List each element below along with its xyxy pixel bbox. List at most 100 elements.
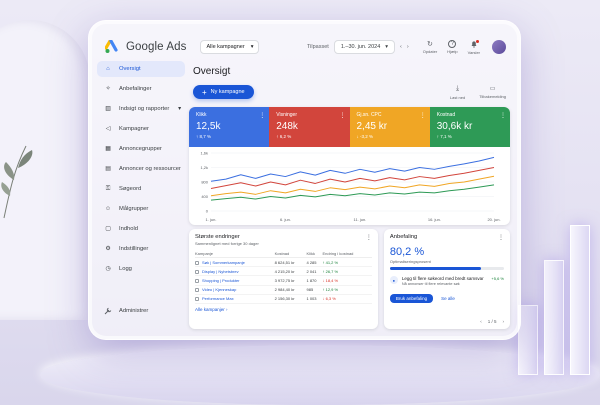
- series-line: [210, 156, 495, 182]
- table-row[interactable]: Performance Max 2 156,30 kr 1 003 ↓ 6,3 %: [195, 294, 372, 304]
- kpi-card[interactable]: Klikk 12,5k ↑ 8,7 % ⋮: [189, 107, 270, 147]
- sidebar: ⌂ Oversigt ✧ Anbefalinger ▥ Indsigt og rappor…: [97, 61, 185, 331]
- table-header[interactable]: Endring i kostnad: [322, 250, 372, 258]
- table-header[interactable]: Klikk: [306, 250, 323, 258]
- campaign-name[interactable]: Display | Nyhetsbrev: [202, 269, 239, 274]
- all-campaigns-label: Alle kampanjer: [195, 306, 225, 312]
- refresh-button[interactable]: ↻ Opdater: [423, 40, 437, 54]
- new-campaign-button[interactable]: + Ny kampagne: [193, 85, 254, 99]
- prev-page-icon[interactable]: ‹: [480, 319, 482, 324]
- all-campaigns-link[interactable]: Alle kampanjer ›: [195, 307, 372, 312]
- sidebar-item-label: Oversigt: [119, 66, 141, 72]
- kpi-row: Klikk 12,5k ↑ 8,7 % ⋮ Visninger 248k ↑ 6,2 % ⋮ G…: [189, 107, 510, 147]
- prev-period-icon[interactable]: ‹: [400, 44, 402, 50]
- table-row[interactable]: Display | Nyhetsbrev 4 215,20 kr 2 041 ↑ 26…: [195, 266, 372, 277]
- sidebar-item-people[interactable]: ☺ Målgrupper: [97, 201, 185, 217]
- avatar[interactable]: [492, 39, 506, 54]
- refresh-icon: ↻: [427, 40, 433, 48]
- y-tick-label: 800: [201, 180, 208, 185]
- google-ads-logo[interactable]: Google Ads: [105, 40, 186, 54]
- more-menu-icon[interactable]: ⋮: [498, 234, 504, 241]
- next-page-icon[interactable]: ›: [503, 319, 505, 324]
- date-type-label: Tilpasset: [307, 44, 329, 50]
- sidebar-item-home[interactable]: ⌂ Oversigt: [97, 61, 185, 77]
- row-checkbox[interactable]: [195, 260, 199, 265]
- row-checkbox[interactable]: [195, 297, 199, 302]
- help-button[interactable]: ? Hjælp: [447, 39, 458, 54]
- row-checkbox[interactable]: [195, 278, 199, 283]
- campaign-name[interactable]: Shopping | Produkter: [202, 278, 240, 283]
- kpi-label: Klikk: [196, 112, 207, 118]
- feedback-button[interactable]: ▭ Tilbakemelding: [479, 85, 506, 100]
- page-actions: ⤓ Last ned ▭ Tilbakemelding: [450, 85, 506, 100]
- campaign-select[interactable]: Alle kampagner ▾: [200, 40, 260, 54]
- sidebar-item-insight[interactable]: ▥ Indsigt og rapporter ▾: [97, 101, 185, 117]
- table-header[interactable]: Kampanje: [195, 250, 275, 258]
- new-campaign-label: Ny kampagne: [210, 89, 245, 95]
- more-menu-icon[interactable]: ⋮: [366, 234, 372, 241]
- main-content: Oversigt + Ny kampagne ⤓ Last ned ▭ Tilb…: [189, 61, 510, 331]
- recommendation-item-title: Legg til flere søkeord med bredt samsvar: [401, 276, 484, 281]
- dashboard-window: Google Ads Alle kampagner ▾ Tilpasset 1.…: [88, 20, 521, 340]
- sidebar-item-label: Annoncer og ressourcer: [119, 166, 181, 172]
- recommendation-pager: ‹ 1 / 5 ›: [480, 319, 504, 324]
- table-row[interactable]: Søk | Sommerkampanje 8 624,51 kr 4 285 ↑ 41…: [195, 257, 372, 268]
- recommendation-gain: +5,6 %: [491, 276, 504, 281]
- row-checkbox[interactable]: [195, 269, 199, 274]
- view-all-link[interactable]: Se alle: [441, 296, 455, 301]
- notifications-button[interactable]: Varsler: [468, 39, 480, 55]
- sidebar-item-group[interactable]: ▦ Annoncegrupper: [97, 141, 185, 157]
- sidebar-item-label: Indsigt og rapporter: [119, 106, 170, 112]
- chevron-down-icon: ▾: [250, 44, 254, 50]
- sidebar-item-megaphone[interactable]: ◁ Kampagner: [97, 121, 185, 137]
- performance-line-chart: 0 400 800 1,2k 1,6k 1. jun. 6. jun. 11. jun. 16.…: [200, 151, 500, 223]
- more-menu-icon[interactable]: ⋮: [420, 112, 426, 119]
- sidebar-item-admin[interactable]: Administrer: [97, 303, 177, 319]
- campaign-name[interactable]: Performance Max: [202, 296, 234, 301]
- recommendation-item[interactable]: ● Legg til flere søkeord med bredt samsv…: [389, 276, 504, 286]
- refresh-label: Opdater: [422, 48, 438, 54]
- sidebar-item-history[interactable]: ◷ Logg: [97, 261, 185, 277]
- row-checkbox[interactable]: [195, 288, 199, 293]
- table-row[interactable]: Video | Kjenneskap 2 984,40 kr 985 ↑ 12,9 %: [195, 285, 372, 295]
- date-range-picker[interactable]: 1.–30. jun. 2024 ▾: [333, 40, 396, 54]
- settings-icon: ⚙: [105, 246, 111, 252]
- tools-icon: [104, 307, 112, 315]
- kpi-card[interactable]: Visninger 248k ↑ 6,2 % ⋮: [269, 107, 350, 147]
- kpi-value: 30,6k kr: [436, 121, 473, 132]
- bottom-cards: Største endringer Sammenlignet med forri…: [189, 229, 510, 329]
- cost-cell: 2 156,30 kr: [274, 294, 307, 304]
- more-menu-icon[interactable]: ⋮: [259, 112, 265, 119]
- plus-icon: +: [202, 87, 207, 97]
- plant-decoration: [1, 145, 33, 219]
- more-menu-icon[interactable]: ⋮: [340, 112, 346, 119]
- sidebar-item-bulb[interactable]: ✧ Anbefalinger: [97, 81, 185, 97]
- optimization-label: Optimaliseringsprosent: [389, 259, 431, 264]
- table-row[interactable]: Shopping | Produkter 3 972,75 kr 1 870 ↓ 18…: [195, 275, 372, 286]
- kpi-card[interactable]: Gj.sn. CPC 2,45 kr ↓ -3,2 % ⋮: [349, 107, 430, 147]
- content-icon: ▢: [105, 226, 111, 232]
- sidebar-item-content[interactable]: ▢ Indhold: [97, 221, 185, 237]
- table-header[interactable]: Kostnad: [274, 250, 307, 258]
- kpi-card[interactable]: Kostnad 30,6k kr ↑ 7,1 % ⋮: [429, 107, 510, 147]
- more-menu-icon[interactable]: ⋮: [500, 112, 506, 119]
- sidebar-item-key[interactable]: ⚿ Søgeord: [97, 181, 185, 197]
- sidebar-item-ads[interactable]: ▤ Annoncer og ressourcer: [97, 161, 185, 177]
- key-icon: ⚿: [105, 185, 111, 192]
- next-period-icon[interactable]: ›: [407, 44, 409, 50]
- people-icon: ☺: [105, 206, 111, 212]
- download-button[interactable]: ⤓ Last ned: [450, 85, 465, 100]
- sidebar-item-label: Annoncegrupper: [119, 146, 162, 152]
- campaign-cell: Performance Max: [195, 294, 275, 304]
- kpi-value: 2,45 kr: [356, 121, 388, 132]
- campaign-cell: Søk | Sommerkampanje: [195, 257, 275, 268]
- campaign-name[interactable]: Søk | Sommerkampanje: [202, 260, 245, 265]
- feedback-icon: ▭: [489, 86, 496, 92]
- sidebar-item-settings[interactable]: ⚙ Indstillinger: [97, 241, 185, 257]
- clicks-cell: 2 041: [306, 266, 323, 277]
- top-bar: Google Ads Alle kampagner ▾ Tilpasset 1.…: [97, 29, 512, 65]
- toolbar-icons: ↻ Opdater ? Hjælp Varsler: [423, 39, 506, 55]
- recommendation-card: Anbefaling ⋮ 80,2 % Optimaliseringsprose…: [383, 229, 510, 329]
- campaign-name[interactable]: Video | Kjenneskap: [202, 287, 236, 292]
- apply-recommendation-button[interactable]: Bruk anbefaling: [389, 294, 434, 303]
